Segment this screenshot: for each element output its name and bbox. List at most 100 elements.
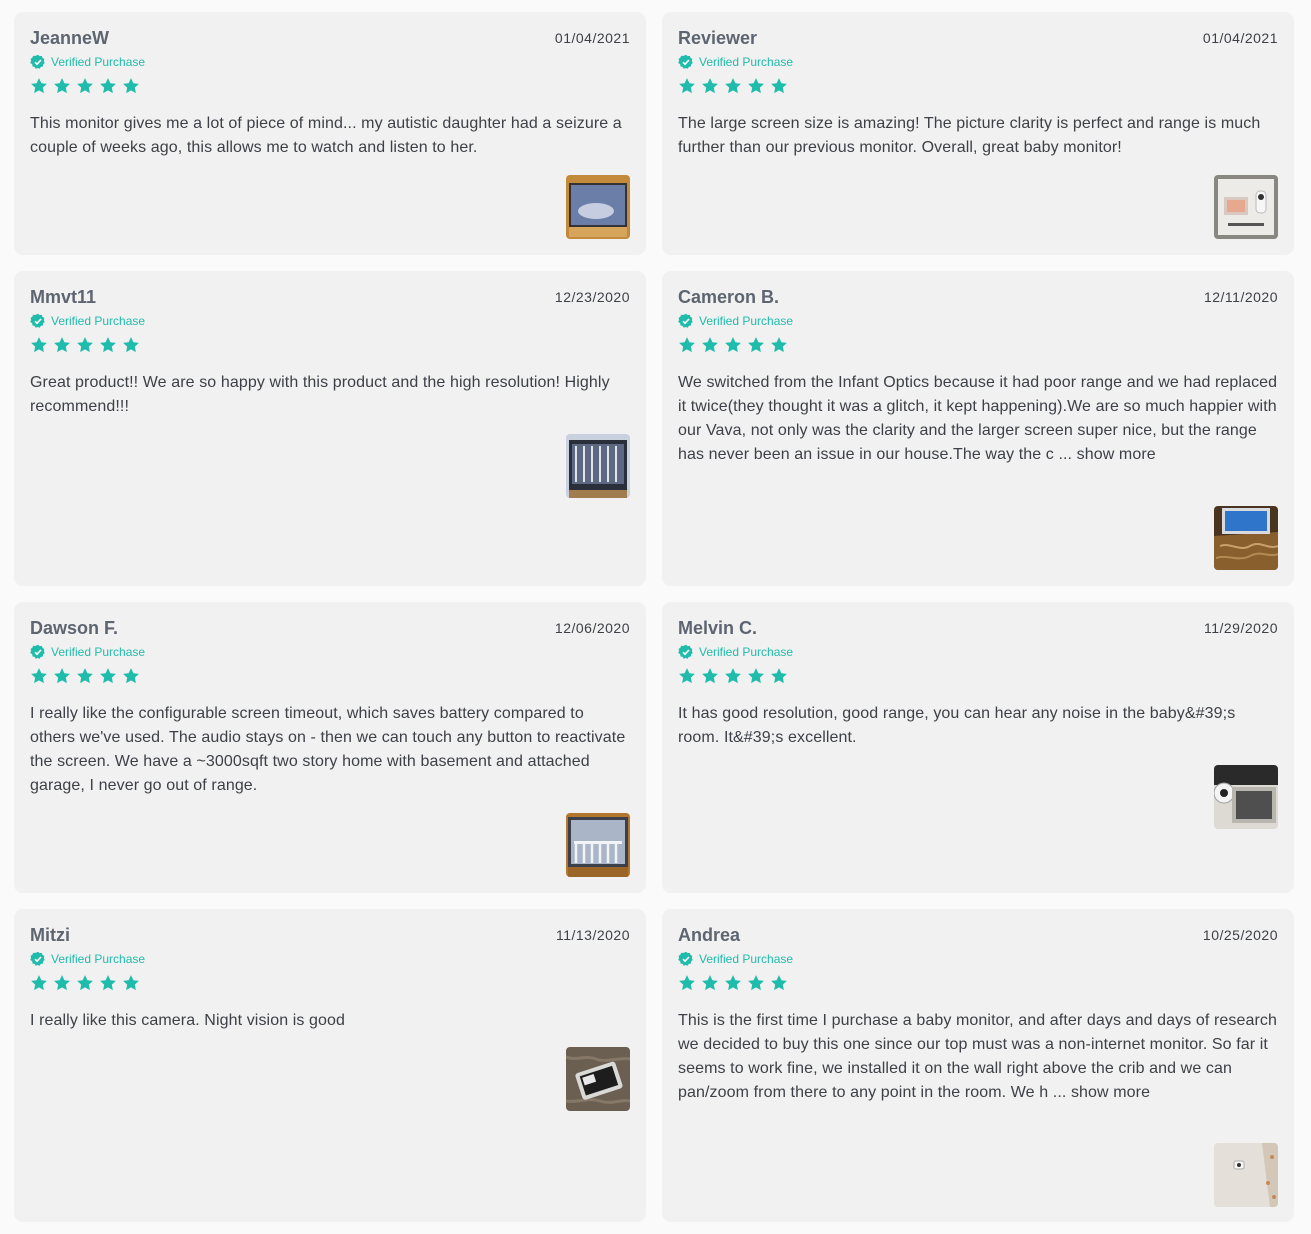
star-icon	[100, 975, 116, 991]
star-icon	[54, 668, 70, 684]
star-rating	[678, 667, 793, 685]
star-icon	[31, 78, 47, 94]
star-icon	[748, 975, 764, 991]
verified-check-icon	[678, 313, 693, 328]
verified-check-icon	[30, 644, 45, 659]
review-photo-thumbnail[interactable]	[1214, 175, 1278, 239]
review-card: Mmvt11 12/23/2020 Verified Purchase Grea…	[14, 271, 646, 586]
reviewer-name: Mitzi	[30, 925, 70, 945]
star-icon	[679, 337, 695, 353]
star-icon	[702, 337, 718, 353]
star-icon	[31, 975, 47, 991]
review-text: We switched from the Infant Optics becau…	[678, 374, 1278, 463]
verified-check-icon	[30, 54, 45, 69]
verified-label: Verified Purchase	[699, 55, 794, 69]
star-icon	[679, 78, 695, 94]
star-icon	[771, 975, 787, 991]
star-icon	[100, 668, 116, 684]
star-icon	[702, 975, 718, 991]
star-icon	[123, 337, 139, 353]
star-icon	[54, 337, 70, 353]
star-icon	[123, 668, 139, 684]
verified-badge: Verified Purchase	[30, 313, 145, 329]
review-date: 01/04/2021	[554, 30, 630, 46]
star-icon	[702, 78, 718, 94]
verified-check-icon	[30, 951, 45, 966]
verified-label: Verified Purchase	[699, 314, 794, 328]
monitor-photo-image	[566, 175, 630, 239]
verified-label: Verified Purchase	[51, 645, 146, 659]
review-text: I really like the configurable screen ti…	[30, 705, 626, 794]
star-icon	[77, 78, 93, 94]
star-icon	[771, 337, 787, 353]
verified-badge: Verified Purchase	[30, 644, 145, 660]
star-icon	[725, 668, 741, 684]
verified-badge: Verified Purchase	[678, 951, 793, 967]
review-photo-thumbnail[interactable]	[566, 1047, 630, 1111]
star-icon	[702, 668, 718, 684]
star-icon	[123, 78, 139, 94]
reviewer-name: Andrea	[678, 925, 741, 945]
monitor-carpet-image	[566, 1047, 630, 1111]
star-rating	[30, 336, 145, 354]
star-icon	[123, 975, 139, 991]
star-icon	[679, 975, 695, 991]
verified-check-icon	[678, 644, 693, 659]
reviewer-name: Mmvt11	[30, 287, 97, 307]
review-photo-thumbnail[interactable]	[1214, 765, 1278, 829]
camera-and-monitor-image	[1214, 765, 1278, 829]
star-icon	[748, 337, 764, 353]
review-photo-thumbnail[interactable]	[1214, 1143, 1278, 1207]
review-date: 10/25/2020	[1202, 927, 1278, 943]
verified-label: Verified Purchase	[699, 952, 794, 966]
reviewer-name: Melvin C.	[678, 618, 758, 638]
review-card: Cameron B. 12/11/2020 Verified Purchase …	[662, 271, 1294, 586]
monitor-crib-view-image	[566, 813, 630, 877]
verified-check-icon	[678, 951, 693, 966]
star-rating	[678, 974, 793, 992]
verified-badge: Verified Purchase	[678, 54, 793, 70]
star-rating	[678, 77, 793, 95]
star-rating	[30, 974, 145, 992]
review-card: Reviewer 01/04/2021 Verified Purchase Th…	[662, 12, 1294, 255]
review-text: The large screen size is amazing! The pi…	[678, 115, 1261, 156]
review-date: 12/11/2020	[1203, 289, 1278, 305]
star-icon	[725, 78, 741, 94]
verified-badge: Verified Purchase	[678, 313, 793, 329]
star-rating	[678, 336, 793, 354]
review-date: 11/29/2020	[1203, 620, 1278, 636]
review-card: Mitzi 11/13/2020 Verified Purchase I rea…	[14, 909, 646, 1222]
star-icon	[771, 668, 787, 684]
star-icon	[31, 668, 47, 684]
star-icon	[31, 337, 47, 353]
verified-badge: Verified Purchase	[30, 54, 145, 70]
star-icon	[748, 668, 764, 684]
star-icon	[679, 668, 695, 684]
review-date: 01/04/2021	[1202, 30, 1278, 46]
review-date: 12/06/2020	[554, 620, 630, 636]
star-icon	[100, 337, 116, 353]
star-icon	[54, 975, 70, 991]
reviewer-name: Reviewer	[678, 28, 758, 48]
verified-check-icon	[30, 313, 45, 328]
star-icon	[771, 78, 787, 94]
review-card: Melvin C. 11/29/2020 Verified Purchase I…	[662, 602, 1294, 893]
reviewer-name: Dawson F.	[30, 618, 119, 638]
review-text: I really like this camera. Night vision …	[30, 1012, 346, 1029]
review-text: This monitor gives me a lot of piece of …	[30, 115, 622, 156]
star-icon	[77, 337, 93, 353]
star-icon	[748, 78, 764, 94]
review-photo-thumbnail[interactable]	[566, 434, 630, 498]
star-icon	[54, 78, 70, 94]
verified-label: Verified Purchase	[51, 952, 146, 966]
review-date: 11/13/2020	[555, 927, 630, 943]
review-text: Great product!! We are so happy with thi…	[30, 374, 610, 415]
reviewer-name: JeanneW	[30, 28, 110, 48]
review-photo-thumbnail[interactable]	[1214, 506, 1278, 570]
star-icon	[77, 975, 93, 991]
review-text: This is the first time I purchase a baby…	[678, 1012, 1278, 1101]
verified-label: Verified Purchase	[51, 55, 146, 69]
review-photo-thumbnail[interactable]	[566, 175, 630, 239]
review-card: Dawson F. 12/06/2020 Verified Purchase I…	[14, 602, 646, 893]
review-photo-thumbnail[interactable]	[566, 813, 630, 877]
